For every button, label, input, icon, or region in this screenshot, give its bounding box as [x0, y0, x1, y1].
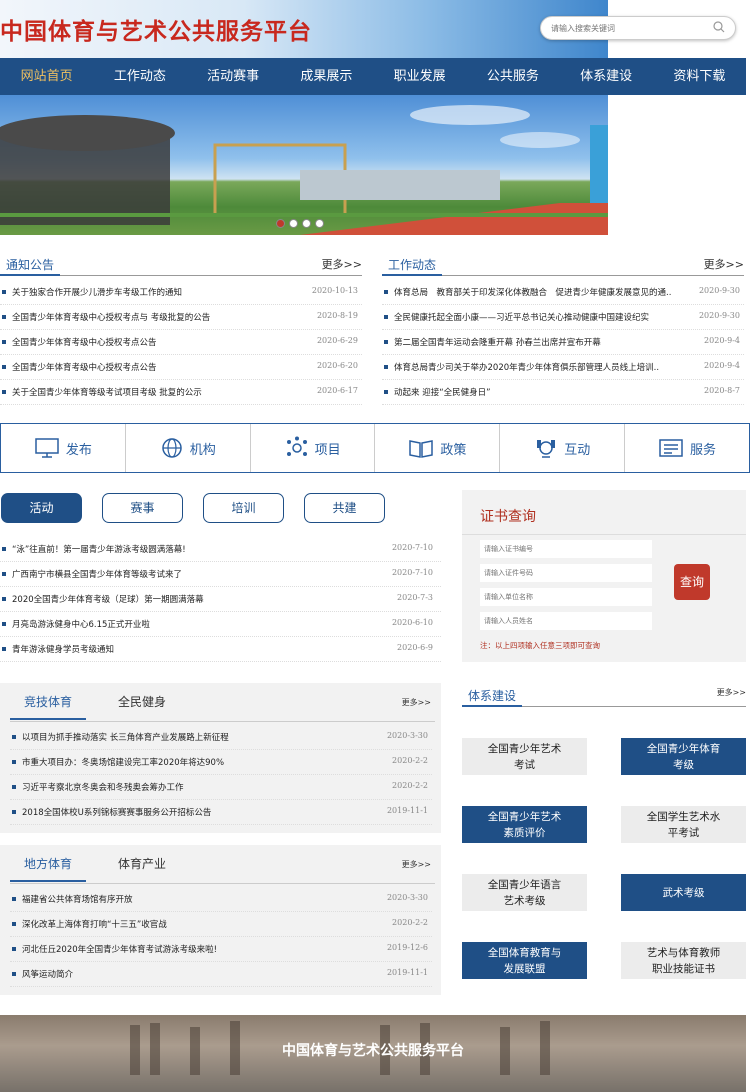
competitive-more-link[interactable]: 更多>>: [402, 697, 431, 708]
system-item[interactable]: 全国体育教育与 发展联盟: [462, 942, 587, 979]
system-item[interactable]: 艺术与体育教师 职业技能证书: [621, 942, 746, 979]
nav-downloads[interactable]: 资料下载: [653, 58, 746, 95]
services-bar: 发布 机构 项目 政策 互动 服务: [0, 423, 750, 473]
local-more-link[interactable]: 更多>>: [402, 859, 431, 870]
footer-title: 中国体育与艺术公共服务平台: [282, 1043, 464, 1059]
nav-home[interactable]: 网站首页: [0, 58, 93, 95]
card-icon: [659, 439, 683, 457]
certificate-query-panel: 证书查询 查询 注：以上四项输入任意三项即可查询: [462, 490, 746, 662]
tab-training[interactable]: 培训: [203, 493, 284, 523]
tab-fitness[interactable]: 全民健身: [118, 693, 166, 710]
notice-title[interactable]: 通知公告: [0, 252, 61, 276]
tab-cobuild[interactable]: 共建: [304, 493, 385, 523]
list-item[interactable]: 广西南宁市横县全国青少年体育等级考试来了 2020-7-10: [0, 562, 441, 587]
search-box[interactable]: [540, 16, 736, 40]
carousel-dot-1[interactable]: [276, 219, 285, 228]
carousel-dot-2[interactable]: [289, 219, 298, 228]
notice-section: 通知公告 更多>> 关于独家合作开展少儿滑步车考级工作的通知 2020-10-13…: [0, 252, 362, 412]
org-name-input[interactable]: [480, 588, 652, 606]
cert-number-input[interactable]: [480, 540, 652, 558]
list-item[interactable]: 风筝运动简介 2019-11-1: [10, 962, 432, 987]
tab-sports-industry[interactable]: 体育产业: [118, 855, 166, 872]
banner-image[interactable]: [0, 95, 608, 235]
carousel-dot-4[interactable]: [315, 219, 324, 228]
list-item[interactable]: 关于独家合作开展少儿滑步车考级工作的通知 2020-10-13: [0, 280, 362, 305]
id-number-input[interactable]: [480, 564, 652, 582]
system-more-link[interactable]: 更多>>: [717, 687, 746, 698]
list-item[interactable]: 以项目为抓手推动落实 长三角体育产业发展路上新征程 2020-3-30: [10, 725, 432, 750]
service-service[interactable]: 服务: [625, 424, 749, 472]
tab-competitive-sports[interactable]: 竞技体育: [10, 693, 87, 720]
service-project[interactable]: 项目: [251, 424, 376, 472]
nav-career[interactable]: 职业发展: [373, 58, 466, 95]
list-item[interactable]: 全国青少年体育考级中心授权考点与 考级批复的公告 2020-8-19: [0, 305, 362, 330]
person-name-input[interactable]: [480, 612, 652, 630]
book-icon: [409, 440, 434, 458]
service-policy[interactable]: 政策: [375, 424, 501, 472]
main-nav: 网站首页 工作动态 活动赛事 成果展示 职业发展 公共服务 体系建设 资料下载: [0, 58, 746, 95]
local-sports-panel: 地方体育 体育产业 更多>> 福建省公共体育场馆有序开放 2020-3-30 深化…: [0, 845, 441, 995]
list-item[interactable]: “泳”往直前！第一届青少年游泳考级圆满落幕! 2020-7-10: [0, 537, 441, 562]
work-more-link[interactable]: 更多>>: [704, 256, 744, 272]
activity-list: “泳”往直前！第一届青少年游泳考级圆满落幕! 2020-7-10 广西南宁市横县全…: [0, 537, 441, 667]
list-item[interactable]: 全国青少年体育考级中心授权考点公告 2020-6-20: [0, 355, 362, 380]
work-title[interactable]: 工作动态: [382, 252, 443, 276]
list-item[interactable]: 福建省公共体育场馆有序开放 2020-3-30: [10, 887, 432, 912]
system-item[interactable]: 武术考级: [621, 874, 746, 911]
list-item[interactable]: 青年游泳健身学员考级通知 2020-6-9: [0, 637, 441, 662]
system-item[interactable]: 全国学生艺术水 平考试: [621, 806, 746, 843]
query-button[interactable]: 查询: [674, 564, 710, 600]
tab-competition[interactable]: 赛事: [102, 493, 183, 523]
list-item[interactable]: 深化改革上海体育打响“十三五”收官战 2020-2-2: [10, 912, 432, 937]
list-item[interactable]: 月亮岛游泳健身中心6.15正式开业啦 2020-6-10: [0, 612, 441, 637]
list-item[interactable]: 动起来 迎接“全民健身日” 2020-8-7: [382, 380, 744, 405]
site-title[interactable]: 中国体育与艺术公共服务平台: [0, 12, 312, 46]
list-item[interactable]: 体育总局 教育部关于印发深化体教融合 促进青少年健康发展意见的通.. 2020-9…: [382, 280, 744, 305]
nav-system[interactable]: 体系建设: [560, 58, 653, 95]
competitive-panel: 竞技体育 全民健身 更多>> 以项目为抓手推动落实 长三角体育产业发展路上新征程…: [0, 683, 441, 833]
cert-note: 注：以上四项输入任意三项即可查询: [480, 641, 600, 650]
tab-local-sports[interactable]: 地方体育: [10, 855, 87, 882]
cert-title: 证书查询: [480, 509, 536, 525]
list-item[interactable]: 河北任丘2020年全国青少年体育考试游泳考级来啦! 2019-12-6: [10, 937, 432, 962]
system-item[interactable]: 全国青少年语言 艺术考级: [462, 874, 587, 911]
list-item[interactable]: 全国青少年体育考级中心授权考点公告 2020-6-29: [0, 330, 362, 355]
list-item[interactable]: 关于全国青少年体育等级考试项目考级 批复的公示 2020-6-17: [0, 380, 362, 405]
list-item[interactable]: 2020全国青少年体育考级（足球）第一期圆满落幕 2020-7-3: [0, 587, 441, 612]
service-publish[interactable]: 发布: [1, 424, 126, 472]
system-item[interactable]: 全国青少年艺术 素质评价: [462, 806, 587, 843]
search-icon[interactable]: [713, 21, 725, 33]
list-item[interactable]: 第二届全国青年运动会隆重开幕 孙春兰出席并宣布开幕 2020-9-4: [382, 330, 744, 355]
monitor-icon: [35, 438, 59, 458]
list-item[interactable]: 习近平考察北京冬奥会和冬残奥会筹办工作 2020-2-2: [10, 775, 432, 800]
globe-icon: [161, 438, 182, 458]
nav-public-service[interactable]: 公共服务: [466, 58, 559, 95]
service-interact[interactable]: 互动: [500, 424, 626, 472]
list-item[interactable]: 全民健康托起全面小康——习近平总书记关心推动健康中国建设纪实 2020-9-30: [382, 305, 744, 330]
list-item[interactable]: 体育总局青少司关于举办2020年青少年体育俱乐部管理人员线上培训.. 2020-9…: [382, 355, 744, 380]
search-input[interactable]: [551, 17, 711, 39]
network-icon: [286, 436, 307, 456]
notice-more-link[interactable]: 更多>>: [322, 256, 362, 272]
system-title[interactable]: 体系建设: [462, 683, 523, 707]
support-icon: [537, 440, 556, 458]
nav-work[interactable]: 工作动态: [93, 58, 186, 95]
system-item[interactable]: 全国青少年体育 考级: [621, 738, 746, 775]
system-item[interactable]: 全国青少年艺术 考试: [462, 738, 587, 775]
service-org[interactable]: 机构: [126, 424, 251, 472]
list-item[interactable]: 2018全国体校U系列锦标赛赛事服务公开招标公告 2019-11-1: [10, 800, 432, 825]
system-section-head: 体系建设 更多>>: [462, 683, 746, 709]
nav-results[interactable]: 成果展示: [280, 58, 373, 95]
carousel-dot-3[interactable]: [302, 219, 311, 228]
work-section: 工作动态 更多>> 体育总局 教育部关于印发深化体教融合 促进青少年健康发展意见…: [382, 252, 744, 412]
nav-events[interactable]: 活动赛事: [187, 58, 280, 95]
list-item[interactable]: 市重大项目办：冬奥场馆建设完工率2020年将达90% 2020-2-2: [10, 750, 432, 775]
tab-activity[interactable]: 活动: [1, 493, 82, 523]
